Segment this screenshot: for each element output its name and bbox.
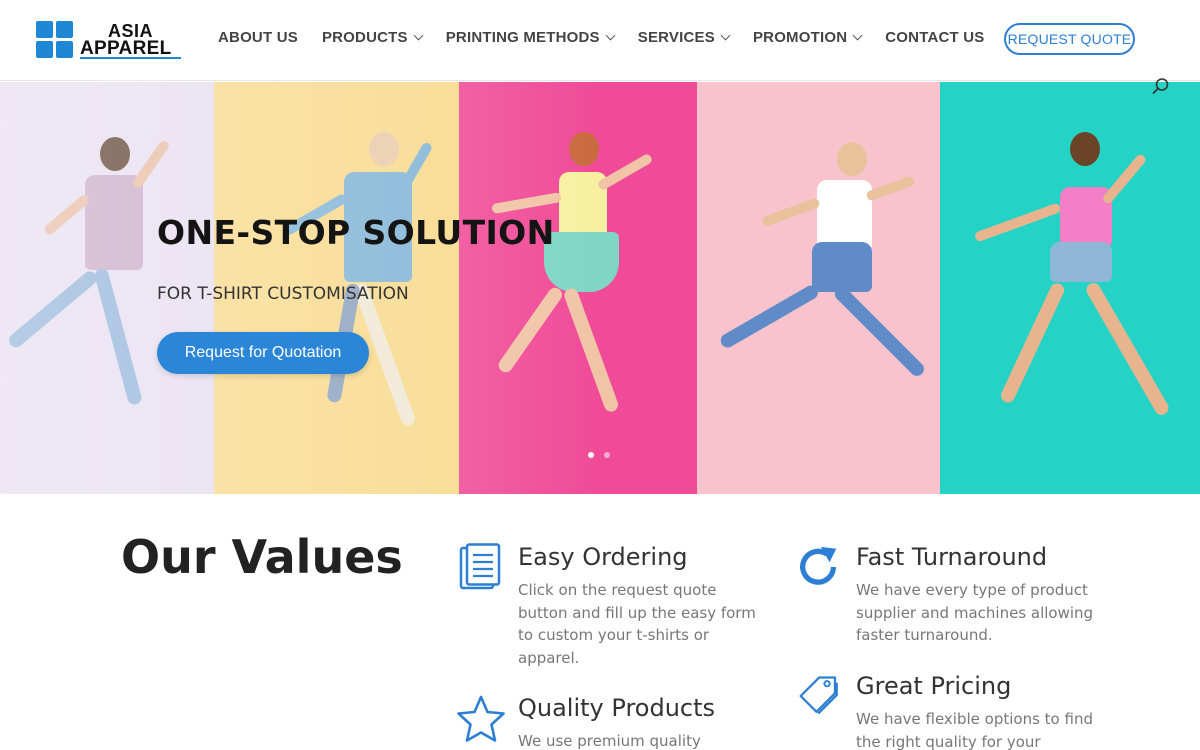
nav-label: CONTACT US bbox=[885, 29, 985, 46]
hero-slider: ONE-STOP SOLUTION FOR T-SHIRT CUSTOMISAT… bbox=[0, 82, 1200, 494]
document-icon bbox=[459, 543, 501, 590]
site-header: ASIA APPAREL ABOUT US PRODUCTS PRINTING … bbox=[0, 0, 1200, 81]
value-quality-products: Quality Products We use premium quality bbox=[456, 694, 756, 750]
main-nav: ABOUT US PRODUCTS PRINTING METHODS SERVI… bbox=[218, 29, 1008, 46]
chevron-down-icon bbox=[720, 30, 731, 41]
nav-promotion[interactable]: PROMOTION bbox=[752, 29, 863, 46]
nav-printing-methods[interactable]: PRINTING METHODS bbox=[445, 29, 616, 46]
nav-contact-us[interactable]: CONTACT US bbox=[885, 29, 984, 46]
nav-label: PRODUCTS bbox=[321, 29, 408, 46]
hero-panel bbox=[697, 82, 940, 494]
value-fast-turnaround: Fast Turnaround We have every type of pr… bbox=[795, 543, 1095, 653]
value-title: Great Pricing bbox=[856, 672, 1012, 700]
logo-line-2: APPAREL bbox=[80, 38, 172, 59]
hero-panel bbox=[940, 82, 1200, 494]
values-heading: Our Values bbox=[121, 530, 403, 584]
value-great-pricing: Great Pricing We have flexible options t… bbox=[798, 672, 1098, 750]
hero-title: ONE-STOP SOLUTION bbox=[157, 213, 555, 252]
tag-icon bbox=[799, 676, 838, 715]
request-quote-button[interactable]: REQUEST QUOTE bbox=[1004, 23, 1135, 55]
chevron-down-icon bbox=[852, 30, 863, 41]
nav-services[interactable]: SERVICES bbox=[637, 29, 731, 46]
refresh-icon bbox=[800, 546, 837, 585]
slider-dot-1[interactable] bbox=[588, 452, 594, 458]
value-description: We have flexible options to find the rig… bbox=[856, 710, 1093, 750]
logo-underline bbox=[80, 57, 181, 59]
value-easy-ordering: Easy Ordering Click on the request quote… bbox=[458, 543, 758, 683]
search-icon[interactable] bbox=[1152, 77, 1170, 95]
slider-pagination bbox=[588, 452, 620, 458]
request-quotation-button[interactable]: Request for Quotation bbox=[157, 332, 369, 374]
value-title: Easy Ordering bbox=[518, 543, 688, 571]
jumping-person-image bbox=[718, 142, 927, 442]
nav-about-us[interactable]: ABOUT US bbox=[218, 29, 298, 46]
logo-text: ASIA APPAREL bbox=[80, 22, 172, 59]
value-description: We use premium quality bbox=[518, 732, 701, 750]
nav-products[interactable]: PRODUCTS bbox=[321, 29, 424, 46]
value-title: Quality Products bbox=[518, 694, 716, 722]
value-title: Fast Turnaround bbox=[856, 543, 1048, 571]
hero-subtitle: FOR T-SHIRT CUSTOMISATION bbox=[157, 284, 409, 304]
nav-label: ABOUT US bbox=[218, 29, 298, 46]
jumping-person-image bbox=[970, 132, 1190, 452]
logo-mark-icon bbox=[36, 21, 74, 59]
value-description: We have every type of product supplier a… bbox=[856, 581, 1094, 644]
nav-label: SERVICES bbox=[637, 29, 715, 46]
chevron-down-icon bbox=[605, 30, 616, 41]
slider-dot-2[interactable] bbox=[604, 452, 610, 458]
nav-label: PRINTING METHODS bbox=[445, 29, 600, 46]
logo[interactable]: ASIA APPAREL bbox=[36, 21, 181, 59]
chevron-down-icon bbox=[413, 30, 424, 41]
star-icon bbox=[457, 695, 505, 742]
value-description: Click on the request quote button and fi… bbox=[518, 581, 756, 667]
nav-label: PROMOTION bbox=[752, 29, 848, 46]
